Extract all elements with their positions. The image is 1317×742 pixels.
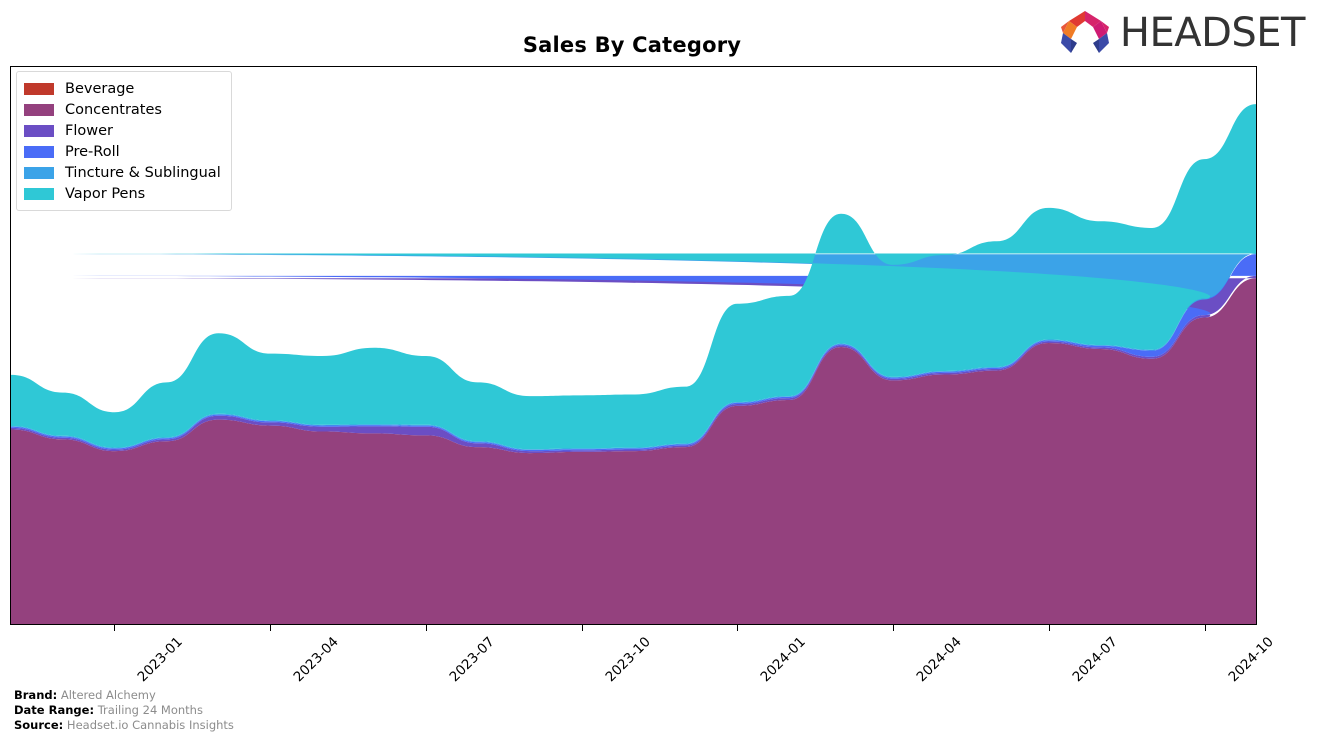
x-axis-tick-mark: [893, 625, 895, 631]
legend-swatch-icon: [24, 82, 54, 95]
x-axis-tick-mark: [1205, 625, 1207, 631]
legend-swatch-icon: [24, 166, 54, 179]
footer-source-label: Source:: [14, 718, 64, 732]
legend-item[interactable]: Pre-Roll: [24, 141, 221, 162]
legend-item-label: Vapor Pens: [65, 185, 146, 202]
legend-item-label: Tincture & Sublingual: [65, 164, 221, 181]
x-axis-tick-label: 2024-10: [1225, 634, 1277, 686]
legend-item[interactable]: Beverage: [24, 78, 221, 99]
headset-logo-mark: [1060, 11, 1109, 53]
x-axis-tick-label: 2024-01: [757, 634, 810, 686]
footer-source-line: Source: Headset.io Cannabis Insights: [14, 718, 234, 733]
footer-source-value: Headset.io Cannabis Insights: [66, 718, 234, 732]
x-axis-tick-label: 2023-07: [446, 634, 498, 686]
x-axis-tick-label: 2024-07: [1069, 634, 1121, 686]
legend-item[interactable]: Flower: [24, 120, 221, 141]
headset-logo: HEADSET: [1057, 9, 1306, 57]
legend-item[interactable]: Concentrates: [24, 99, 221, 120]
legend-swatch-icon: [24, 103, 54, 116]
x-axis-tick-mark: [737, 625, 739, 631]
footer-date-range-value: Trailing 24 Months: [97, 703, 203, 717]
legend-item[interactable]: Vapor Pens: [24, 183, 221, 204]
chart-footer: Brand: Altered Alchemy Date Range: Trail…: [14, 688, 234, 733]
x-axis-tick-label: 2024-04: [913, 634, 966, 686]
legend-item-label: Beverage: [65, 80, 135, 97]
legend-item-label: Concentrates: [65, 101, 162, 118]
legend-swatch-icon: [24, 145, 54, 158]
footer-brand-label: Brand:: [14, 688, 58, 702]
x-axis-tick-mark: [269, 625, 271, 631]
footer-brand-line: Brand: Altered Alchemy: [14, 688, 234, 703]
legend-swatch-icon: [24, 124, 54, 137]
x-axis-tick-mark: [581, 625, 583, 631]
headset-logo-text: HEADSET: [1119, 10, 1306, 56]
x-axis-tick-label: 2023-10: [602, 634, 654, 686]
chart-legend: Beverage Concentrates Flower Pre-Roll Tinctu…: [16, 71, 232, 211]
x-axis-tick-mark: [113, 625, 115, 631]
footer-brand-value: Altered Alchemy: [60, 688, 156, 702]
x-axis-tick-mark: [1049, 625, 1051, 631]
legend-swatch-icon: [24, 187, 54, 200]
x-axis-tick-mark: [425, 625, 427, 631]
legend-item-label: Pre-Roll: [65, 143, 120, 160]
legend-item[interactable]: Tincture & Sublingual: [24, 162, 221, 183]
x-axis-tick-label: 2023-04: [290, 634, 342, 686]
footer-date-range-label: Date Range:: [14, 703, 95, 717]
legend-item-label: Flower: [65, 122, 113, 139]
x-axis-tick-label: 2023-01: [134, 634, 186, 686]
x-axis: 2023-01 2023-04 2023-07 2023-10 2024-01 2024-…: [10, 625, 1277, 686]
footer-date-range-line: Date Range: Trailing 24 Months: [14, 703, 234, 718]
